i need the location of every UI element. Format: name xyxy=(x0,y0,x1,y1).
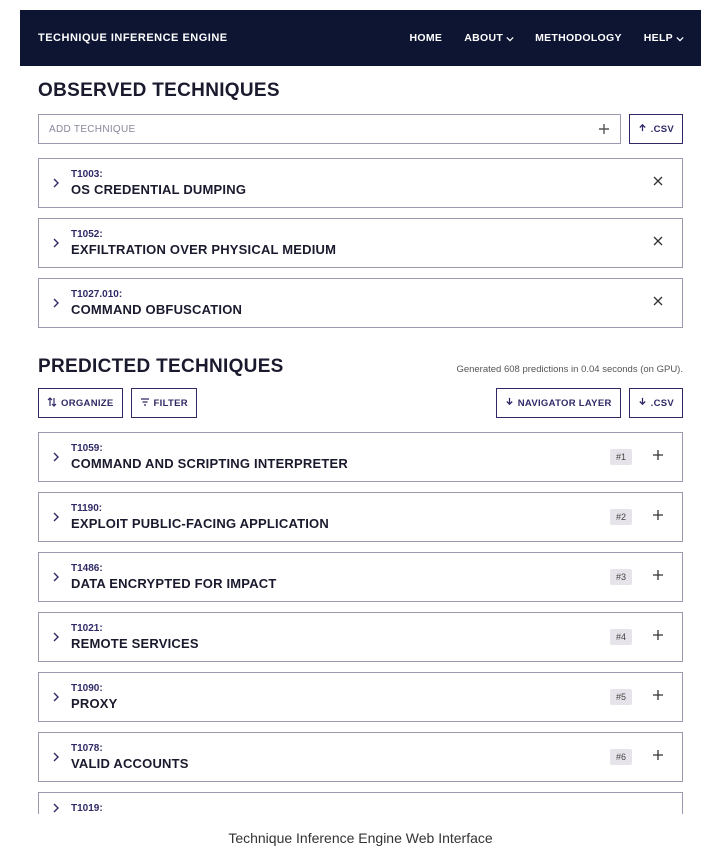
plus-icon xyxy=(598,123,610,135)
generation-note: Generated 608 predictions in 0.04 second… xyxy=(456,364,683,375)
app-title: TECHNIQUE INFERENCE ENGINE xyxy=(38,32,228,44)
technique-card[interactable]: T1027.010: COMMAND OBFUSCATION xyxy=(38,278,683,328)
technique-id: T1027.010: xyxy=(71,289,636,300)
rank-badge: #4 xyxy=(610,629,632,645)
add-button[interactable] xyxy=(646,685,670,709)
chevron-right-icon xyxy=(51,178,61,188)
observed-title: OBSERVED TECHNIQUES xyxy=(38,80,683,102)
chevron-right-icon xyxy=(51,692,61,702)
plus-icon xyxy=(652,448,664,466)
plus-icon xyxy=(652,508,664,526)
upload-csv-label: .CSV xyxy=(651,124,674,135)
navigator-layer-button[interactable]: NAVIGATOR LAYER xyxy=(496,388,621,418)
close-icon xyxy=(652,294,664,312)
chevron-right-icon xyxy=(51,452,61,462)
close-icon xyxy=(652,234,664,252)
navigator-layer-label: NAVIGATOR LAYER xyxy=(518,398,612,409)
technique-name: VALID ACCOUNTS xyxy=(71,756,600,771)
rank-badge: #1 xyxy=(610,449,632,465)
nav-about-label: ABOUT xyxy=(464,32,503,44)
download-icon xyxy=(638,397,647,409)
filter-label: FILTER xyxy=(154,398,188,409)
technique-id: T1052: xyxy=(71,229,636,240)
technique-id: T1021: xyxy=(71,623,600,634)
chevron-right-icon xyxy=(51,238,61,248)
add-technique-input[interactable]: ADD TECHNIQUE xyxy=(38,114,621,144)
technique-name: EXPLOIT PUBLIC-FACING APPLICATION xyxy=(71,516,600,531)
nav-help[interactable]: HELP xyxy=(644,32,683,44)
chevron-right-icon xyxy=(51,512,61,522)
add-technique-placeholder: ADD TECHNIQUE xyxy=(49,124,136,135)
technique-card[interactable]: T1059: COMMAND AND SCRIPTING INTERPRETER #… xyxy=(38,432,683,482)
technique-card[interactable]: T1019: xyxy=(38,792,683,814)
predicted-title: PREDICTED TECHNIQUES xyxy=(38,356,284,378)
technique-name: COMMAND AND SCRIPTING INTERPRETER xyxy=(71,456,600,471)
technique-card[interactable]: T1190: EXPLOIT PUBLIC-FACING APPLICATION #… xyxy=(38,492,683,542)
technique-card[interactable]: T1003: OS CREDENTIAL DUMPING xyxy=(38,158,683,208)
technique-name: OS CREDENTIAL DUMPING xyxy=(71,182,636,197)
nav-home-label: HOME xyxy=(410,32,443,44)
rank-badge: #6 xyxy=(610,749,632,765)
nav-methodology[interactable]: METHODOLOGY xyxy=(535,32,622,44)
remove-button[interactable] xyxy=(646,171,670,195)
technique-name: COMMAND OBFUSCATION xyxy=(71,302,636,317)
nav-about[interactable]: ABOUT xyxy=(464,32,513,44)
upload-csv-button[interactable]: .CSV xyxy=(629,114,683,144)
nav-methodology-label: METHODOLOGY xyxy=(535,32,622,44)
chevron-right-icon xyxy=(51,632,61,642)
technique-card[interactable]: T1090: PROXY #5 xyxy=(38,672,683,722)
technique-id: T1019: xyxy=(71,803,670,814)
close-icon xyxy=(652,174,664,192)
nav: HOME ABOUT METHODOLOGY HELP xyxy=(410,32,683,44)
remove-button[interactable] xyxy=(646,291,670,315)
organize-button[interactable]: ORGANIZE xyxy=(38,388,123,418)
nav-home[interactable]: HOME xyxy=(410,32,443,44)
nav-help-label: HELP xyxy=(644,32,673,44)
technique-card[interactable]: T1078: VALID ACCOUNTS #6 xyxy=(38,732,683,782)
technique-id: T1059: xyxy=(71,443,600,454)
technique-id: T1078: xyxy=(71,743,600,754)
technique-id: T1090: xyxy=(71,683,600,694)
technique-card[interactable]: T1052: EXFILTRATION OVER PHYSICAL MEDIUM xyxy=(38,218,683,268)
add-button[interactable] xyxy=(646,625,670,649)
technique-name: DATA ENCRYPTED FOR IMPACT xyxy=(71,576,600,591)
caption: Technique Inference Engine Web Interface xyxy=(20,814,701,856)
chevron-right-icon xyxy=(51,572,61,582)
plus-icon xyxy=(652,748,664,766)
filter-button[interactable]: FILTER xyxy=(131,388,197,418)
add-button[interactable] xyxy=(646,505,670,529)
add-button[interactable] xyxy=(646,565,670,589)
technique-card[interactable]: T1021: REMOTE SERVICES #4 xyxy=(38,612,683,662)
upload-icon xyxy=(638,123,647,135)
plus-icon xyxy=(652,688,664,706)
technique-card[interactable]: T1486: DATA ENCRYPTED FOR IMPACT #3 xyxy=(38,552,683,602)
plus-icon xyxy=(652,628,664,646)
rank-badge: #2 xyxy=(610,509,632,525)
technique-id: T1003: xyxy=(71,169,636,180)
chevron-down-icon xyxy=(676,35,683,42)
organize-label: ORGANIZE xyxy=(61,398,114,409)
chevron-right-icon xyxy=(51,298,61,308)
technique-name: REMOTE SERVICES xyxy=(71,636,600,651)
download-icon xyxy=(505,397,514,409)
technique-name: EXFILTRATION OVER PHYSICAL MEDIUM xyxy=(71,242,636,257)
rank-badge: #3 xyxy=(610,569,632,585)
chevron-right-icon xyxy=(51,752,61,762)
filter-icon xyxy=(140,397,150,410)
download-csv-button[interactable]: .CSV xyxy=(629,388,683,418)
add-button[interactable] xyxy=(646,445,670,469)
app-header: TECHNIQUE INFERENCE ENGINE HOME ABOUT ME… xyxy=(20,10,701,66)
technique-id: T1486: xyxy=(71,563,600,574)
technique-id: T1190: xyxy=(71,503,600,514)
download-csv-label: .CSV xyxy=(651,398,674,409)
organize-icon xyxy=(47,397,57,410)
technique-name: PROXY xyxy=(71,696,600,711)
rank-badge: #5 xyxy=(610,689,632,705)
plus-icon xyxy=(652,568,664,586)
chevron-down-icon xyxy=(506,35,513,42)
remove-button[interactable] xyxy=(646,231,670,255)
add-button[interactable] xyxy=(646,745,670,769)
